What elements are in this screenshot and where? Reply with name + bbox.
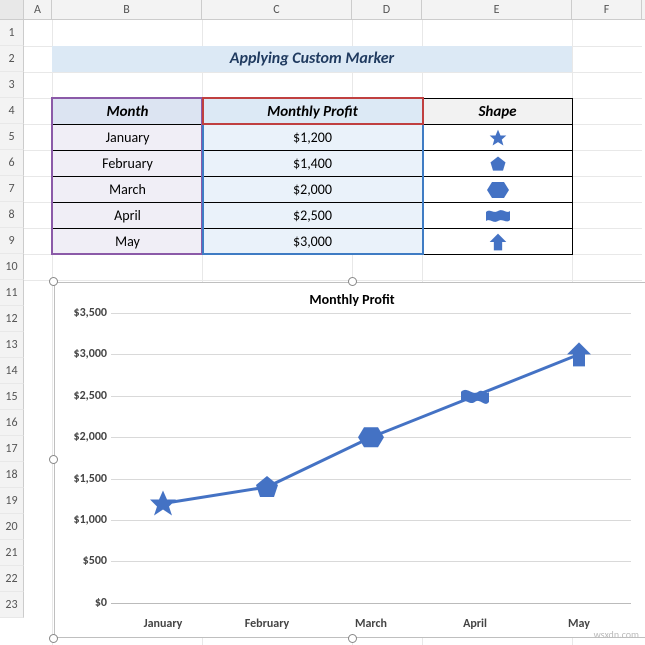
row-header-9[interactable]: 9: [0, 228, 24, 254]
row-header-19[interactable]: 19: [0, 488, 24, 514]
row-header-6[interactable]: 6: [0, 150, 24, 176]
cell-profit[interactable]: $2,000: [203, 177, 423, 203]
arrow-up-icon: [487, 232, 509, 252]
pentagon-icon: [487, 154, 509, 174]
col-header-E[interactable]: E: [422, 0, 572, 19]
col-header-B[interactable]: B: [52, 0, 202, 19]
select-all-corner[interactable]: [0, 0, 24, 19]
row-header-10[interactable]: 10: [0, 254, 24, 280]
y-tick-label: $1,500: [59, 472, 107, 486]
row-header-23[interactable]: 23: [0, 592, 24, 618]
header-month[interactable]: Month: [53, 99, 203, 125]
table-row: January $1,200: [53, 125, 573, 151]
resize-handle-nw[interactable]: [49, 277, 58, 286]
row-header-21[interactable]: 21: [0, 540, 24, 566]
cell-shape[interactable]: [423, 203, 573, 229]
row-header-4[interactable]: 4: [0, 98, 24, 124]
y-tick-label: $0: [59, 596, 107, 610]
chart-title[interactable]: Monthly Profit: [55, 291, 645, 308]
row-header-17[interactable]: 17: [0, 436, 24, 462]
table-row: May $3,000: [53, 229, 573, 255]
row-header-8[interactable]: 8: [0, 202, 24, 228]
row-header-1[interactable]: 1: [0, 20, 24, 46]
header-shape[interactable]: Shape: [423, 99, 573, 125]
y-tick-label: $3,500: [59, 306, 107, 320]
x-tick-label: April: [463, 617, 487, 631]
cell-profit[interactable]: $1,400: [203, 151, 423, 177]
resize-handle-s[interactable]: [348, 634, 357, 643]
y-tick-label: $2,000: [59, 430, 107, 444]
cell-shape[interactable]: [423, 151, 573, 177]
table-row: April $2,500: [53, 203, 573, 229]
cell-grid[interactable]: Applying Custom Marker Month Monthly Pro…: [24, 20, 642, 645]
row-headers: 1 2 3 4 5 6 7 8 9 10 11 12 13 14 15 16 1…: [0, 20, 24, 618]
y-tick-label: $500: [59, 554, 107, 568]
cell-month[interactable]: January: [53, 125, 203, 151]
row-header-18[interactable]: 18: [0, 462, 24, 488]
row-header-22[interactable]: 22: [0, 566, 24, 592]
chart-line-series[interactable]: [111, 313, 631, 603]
y-tick-label: $3,000: [59, 347, 107, 361]
resize-handle-w[interactable]: [49, 455, 58, 464]
row-header-20[interactable]: 20: [0, 514, 24, 540]
resize-handle-n[interactable]: [348, 277, 357, 286]
col-header-A[interactable]: A: [24, 0, 52, 19]
row-header-15[interactable]: 15: [0, 384, 24, 410]
row-header-13[interactable]: 13: [0, 332, 24, 358]
resize-handle-sw[interactable]: [49, 634, 58, 643]
x-tick-label: March: [355, 617, 387, 631]
page-title: Applying Custom Marker: [52, 46, 572, 72]
y-tick-label: $1,000: [59, 513, 107, 527]
col-header-F[interactable]: F: [572, 0, 642, 19]
y-tick-label: $2,500: [59, 389, 107, 403]
cell-profit[interactable]: $3,000: [203, 229, 423, 255]
row-header-14[interactable]: 14: [0, 358, 24, 384]
star-icon: [487, 128, 509, 148]
row-header-16[interactable]: 16: [0, 410, 24, 436]
col-header-D[interactable]: D: [352, 0, 422, 19]
watermark: wsxdn.com: [594, 628, 639, 641]
chart-object[interactable]: Monthly Profit: [54, 282, 645, 638]
table-row: March $2,000: [53, 177, 573, 203]
chart-plot-area[interactable]: [111, 313, 631, 603]
header-profit[interactable]: Monthly Profit: [203, 99, 423, 125]
cell-shape[interactable]: [423, 229, 573, 255]
cell-month[interactable]: April: [53, 203, 203, 229]
x-tick-label: May: [568, 617, 590, 631]
col-header-C[interactable]: C: [202, 0, 352, 19]
row-header-12[interactable]: 12: [0, 306, 24, 332]
spreadsheet: A B C D E F 1 2 3 4 5 6 7 8 9 10 11 12 1…: [0, 0, 645, 645]
cell-month[interactable]: May: [53, 229, 203, 255]
cell-profit[interactable]: $1,200: [203, 125, 423, 151]
cell-month[interactable]: February: [53, 151, 203, 177]
cell-profit[interactable]: $2,500: [203, 203, 423, 229]
row-header-3[interactable]: 3: [0, 72, 24, 98]
cell-month[interactable]: March: [53, 177, 203, 203]
x-tick-label: February: [245, 617, 289, 631]
x-tick-label: January: [144, 617, 183, 631]
cell-shape[interactable]: [423, 125, 573, 151]
row-header-7[interactable]: 7: [0, 176, 24, 202]
row-header-2[interactable]: 2: [0, 46, 24, 72]
table-row: February $1,400: [53, 151, 573, 177]
data-table: Month Monthly Profit Shape January $1,20…: [52, 98, 573, 255]
hexagon-icon: [486, 180, 510, 200]
row-header-11[interactable]: 11: [0, 280, 24, 306]
column-header-row: A B C D E F: [0, 0, 645, 20]
row-header-5[interactable]: 5: [0, 124, 24, 150]
wave-icon: [485, 208, 511, 224]
cell-shape[interactable]: [423, 177, 573, 203]
